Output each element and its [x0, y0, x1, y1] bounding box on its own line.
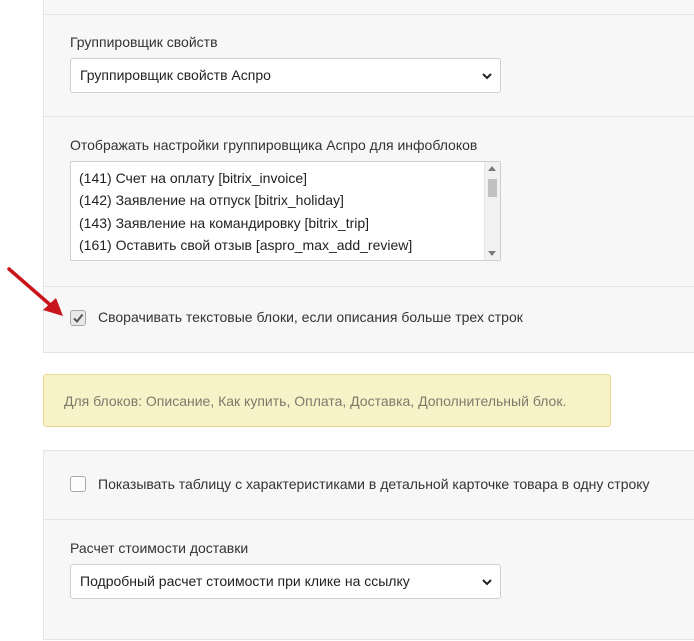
info-note-text: Для блоков: Описание, Как купить, Оплата… [64, 393, 567, 409]
list-item[interactable]: (143) Заявление на командировку [bitrix_… [79, 215, 369, 231]
row-grouper: Группировщик свойств Группировщик свойст… [44, 14, 694, 117]
red-arrow-icon [7, 267, 63, 316]
list-item[interactable]: (141) Счет на оплату [bitrix_invoice] [79, 170, 307, 186]
row-iblocks: Отображать настройки группировщика Аспро… [44, 116, 694, 287]
listbox-scrollbar[interactable] [484, 162, 500, 260]
grouper-select-value: Группировщик свойств Аспро [80, 67, 271, 83]
collapse-checkbox-label: Сворачивать текстовые блоки, если описан… [98, 309, 523, 325]
settings-panel-top: Группировщик свойств Группировщик свойст… [43, 0, 694, 353]
scroll-up-icon[interactable] [488, 166, 496, 171]
grouper-label: Группировщик свойств [70, 34, 218, 50]
delivery-label: Расчет стоимости доставки [70, 540, 249, 556]
row-table-oneline: Показывать таблицу с характеристиками в … [44, 451, 694, 520]
delivery-select-value: Подробный расчет стоимости при клике на … [80, 573, 410, 589]
delivery-select[interactable]: Подробный расчет стоимости при клике на … [70, 564, 501, 599]
info-note: Для блоков: Описание, Как купить, Оплата… [43, 374, 611, 427]
settings-panel-bottom: Показывать таблицу с характеристиками в … [43, 450, 694, 640]
row-top-edge [44, 0, 694, 15]
chevron-down-icon [482, 579, 492, 586]
list-item[interactable]: (161) Оставить свой отзыв [aspro_max_add… [79, 237, 412, 253]
grouper-select[interactable]: Группировщик свойств Аспро [70, 58, 501, 93]
list-item[interactable]: (142) Заявление на отпуск [bitrix_holida… [79, 192, 344, 208]
row-collapse: Сворачивать текстовые блоки, если описан… [44, 286, 694, 352]
collapse-checkbox[interactable] [70, 310, 86, 326]
check-icon [73, 313, 84, 324]
iblocks-listbox[interactable]: (141) Счет на оплату [bitrix_invoice] (1… [70, 161, 501, 261]
iblocks-label: Отображать настройки группировщика Аспро… [70, 137, 478, 153]
table-oneline-checkbox-label: Показывать таблицу с характеристиками в … [98, 476, 650, 492]
table-oneline-checkbox[interactable] [70, 476, 86, 492]
scroll-down-icon[interactable] [488, 251, 496, 256]
row-delivery: Расчет стоимости доставки Подробный расч… [44, 519, 694, 641]
scroll-thumb[interactable] [488, 179, 497, 197]
chevron-down-icon [482, 73, 492, 80]
